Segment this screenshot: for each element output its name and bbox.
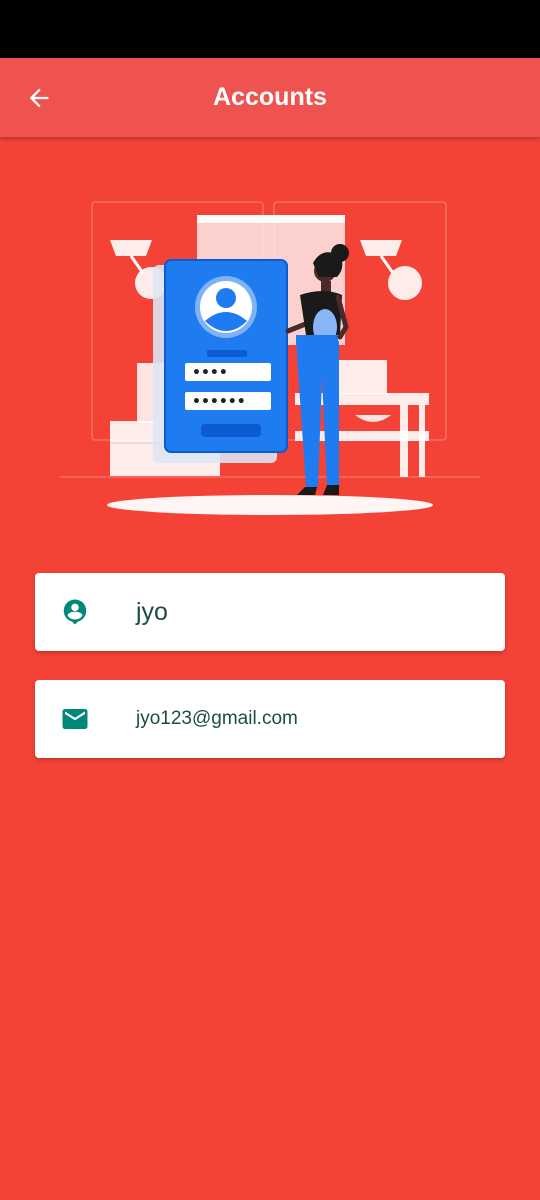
page-title: Accounts bbox=[213, 83, 327, 111]
email-card[interactable]: jyo123@gmail.com bbox=[35, 680, 505, 758]
arrow-back-icon bbox=[29, 88, 49, 108]
email-icon bbox=[62, 709, 88, 729]
back-button[interactable] bbox=[18, 78, 60, 118]
svg-text:••••: •••• bbox=[192, 365, 228, 381]
name-value: jyo bbox=[136, 597, 168, 626]
email-value: jyo123@gmail.com bbox=[136, 708, 298, 729]
person-pin-icon bbox=[63, 599, 87, 625]
svg-text:••••••: •••••• bbox=[192, 394, 246, 410]
status-bar bbox=[0, 0, 540, 58]
name-card[interactable]: jyo bbox=[35, 573, 505, 651]
login-illustration: •••• •••••• bbox=[60, 201, 480, 515]
app-bar: Accounts bbox=[0, 58, 540, 137]
